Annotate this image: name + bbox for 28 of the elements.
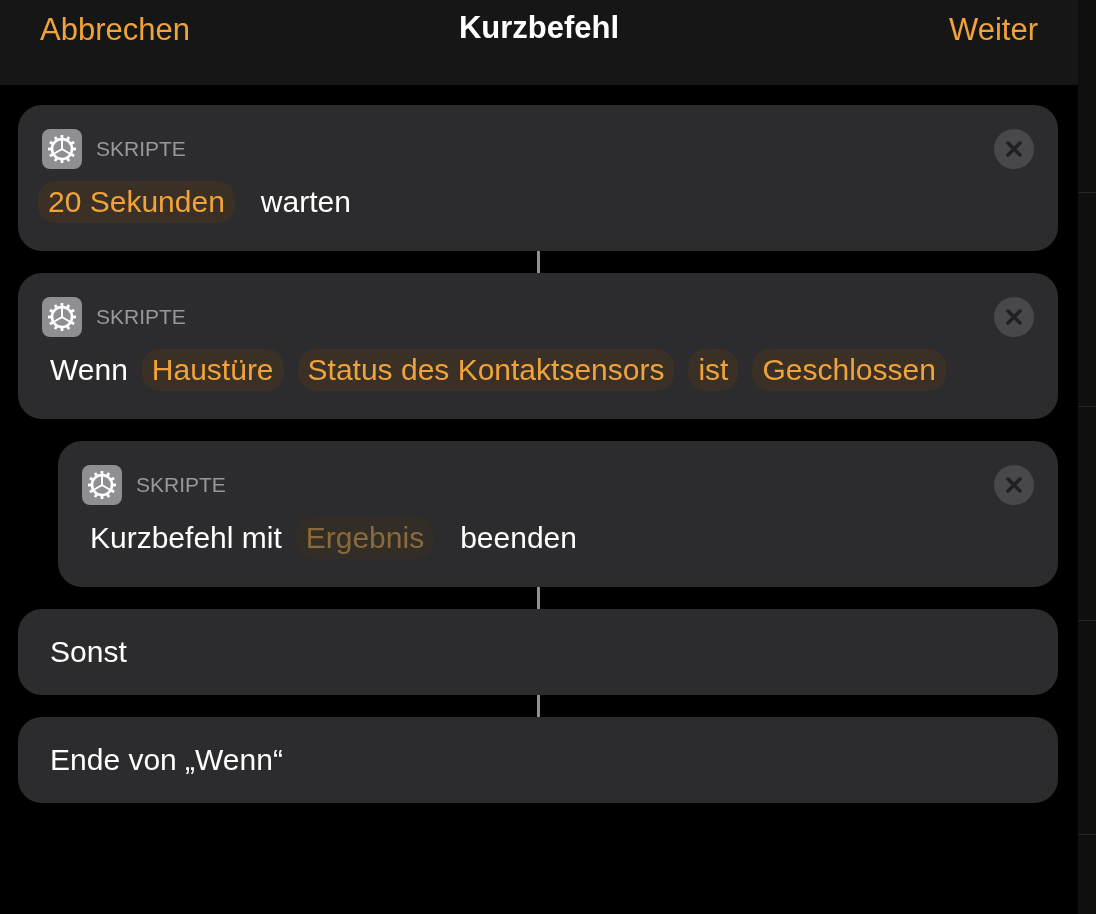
action-card[interactable]: SKRIPTE Kurzbefehl mit Ergebnis beenden: [58, 441, 1058, 587]
close-button[interactable]: [994, 297, 1034, 337]
action-text: Wenn: [50, 353, 128, 387]
action-text: Ende von „Wenn“: [50, 743, 283, 777]
action-card[interactable]: SKRIPTE Wenn Haustüre Status des Kontaktsensors ist Geschlossen: [18, 273, 1058, 419]
gear-icon: [42, 129, 82, 169]
action-text: beenden: [460, 521, 577, 555]
next-button[interactable]: Weiter: [949, 11, 1038, 48]
parameter-token[interactable]: Status des Kontaktsensors: [297, 349, 675, 391]
parameter-token[interactable]: ist: [688, 349, 739, 391]
category-label: SKRIPTE: [96, 305, 187, 329]
cancel-button[interactable]: Abbrechen: [40, 11, 190, 48]
close-button[interactable]: [994, 129, 1034, 169]
parameter-token[interactable]: Haustüre: [141, 349, 284, 391]
action-card[interactable]: Ende von „Wenn“: [18, 717, 1058, 803]
action-card[interactable]: SKRIPTE 20 Sekunden warten: [18, 105, 1058, 251]
close-button[interactable]: [994, 465, 1034, 505]
action-text: Kurzbefehl mit: [90, 521, 282, 555]
category-label: SKRIPTE: [96, 137, 187, 161]
parameter-token[interactable]: Geschlossen: [752, 349, 946, 391]
gear-icon: [42, 297, 82, 337]
action-card[interactable]: Sonst: [18, 609, 1058, 695]
category-label: SKRIPTE: [136, 473, 227, 497]
action-text: Sonst: [50, 635, 127, 669]
action-text: warten: [260, 185, 351, 219]
parameter-token[interactable]: 20 Sekunden: [38, 181, 235, 223]
gear-icon: [82, 465, 122, 505]
screen-title: Kurzbefehl: [458, 10, 620, 46]
